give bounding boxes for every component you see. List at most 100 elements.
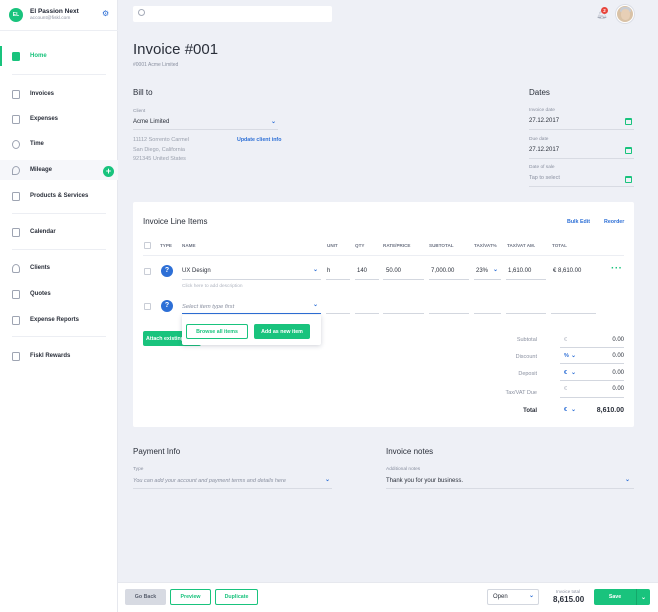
- due-date-field[interactable]: 27.12.2017: [529, 147, 559, 153]
- chevron-down-icon[interactable]: ⌄: [571, 369, 576, 376]
- column-header: UNIT: [327, 243, 338, 248]
- chevron-down-icon[interactable]: ⌄: [493, 266, 498, 273]
- chevron-down-icon[interactable]: ⌄: [571, 352, 576, 359]
- date-of-sale-field[interactable]: Tap to select: [529, 175, 560, 181]
- sidebar-item-label: Clients: [30, 265, 51, 271]
- divider: [12, 336, 106, 337]
- bill-to-title: Bill to: [133, 88, 153, 97]
- unit-field[interactable]: h: [327, 268, 330, 274]
- divider: [386, 488, 634, 489]
- sidebar-item-label: Mileage: [30, 167, 53, 173]
- divider: [429, 279, 469, 280]
- row-checkbox[interactable]: [144, 268, 151, 275]
- sidebar-item-clients[interactable]: Clients: [0, 258, 118, 278]
- divider: [474, 279, 501, 280]
- chevron-down-icon: ⌄: [640, 594, 647, 601]
- item-type-icon[interactable]: ?: [161, 300, 173, 312]
- item-name-field[interactable]: UX Design: [182, 268, 211, 274]
- divider: [551, 313, 596, 314]
- clients-icon: [12, 263, 20, 273]
- deposit-label: Deposit: [518, 371, 537, 377]
- discount-value[interactable]: 0.00: [584, 353, 624, 359]
- org-email: account@fiskl.com: [30, 16, 71, 21]
- org-name[interactable]: El Passion Next: [30, 8, 79, 15]
- location-pin-icon: [12, 165, 20, 175]
- discount-type-select[interactable]: %: [564, 353, 569, 359]
- chevron-down-icon[interactable]: ⌄: [313, 266, 318, 273]
- divider: [355, 313, 379, 314]
- divider: [560, 347, 624, 348]
- go-back-button[interactable]: Go Back: [125, 589, 166, 605]
- notes-field[interactable]: Thank you for your business.: [386, 478, 463, 484]
- org-avatar[interactable]: EL: [9, 8, 23, 22]
- chevron-down-icon[interactable]: ⌄: [571, 406, 576, 413]
- tax-due-label: Tax/VAT Due: [505, 390, 538, 396]
- sidebar-item-expenses[interactable]: Expenses: [0, 109, 118, 129]
- tax-amount-field[interactable]: 1,610.00: [508, 268, 531, 274]
- sidebar-item-rewards[interactable]: Fiskl Rewards: [0, 346, 118, 366]
- sidebar-item-calendar[interactable]: Calendar: [0, 222, 118, 242]
- divider: [12, 74, 106, 75]
- divider: [560, 363, 624, 364]
- divider: [326, 313, 350, 314]
- sidebar-item-mileage[interactable]: Mileage: [0, 160, 118, 180]
- sidebar-item-label: Expenses: [30, 116, 59, 122]
- notification-badge: 2: [601, 7, 608, 14]
- duplicate-button[interactable]: Duplicate: [215, 589, 258, 605]
- browse-all-items-button[interactable]: Browse all items: [186, 324, 248, 339]
- divider: [560, 380, 624, 381]
- more-icon[interactable]: ···: [611, 263, 623, 274]
- select-all-checkbox[interactable]: [144, 242, 151, 249]
- add-new-item-button[interactable]: Add as new item: [254, 324, 310, 339]
- chevron-down-icon[interactable]: ⌄: [529, 592, 534, 599]
- calendar-icon: [12, 227, 20, 237]
- bulk-edit-link[interactable]: Bulk Edit: [567, 219, 590, 225]
- qty-field[interactable]: 140: [357, 268, 367, 274]
- preview-button[interactable]: Preview: [170, 589, 211, 605]
- add-mileage-button[interactable]: +: [103, 166, 114, 177]
- box-icon: [12, 191, 20, 201]
- sidebar-item-label: Invoices: [30, 91, 55, 97]
- save-options-button[interactable]: ⌄: [636, 589, 650, 605]
- deposit-type-select[interactable]: €: [564, 370, 567, 376]
- page-title: Invoice #001: [133, 41, 219, 58]
- column-header: SUBTOTAL: [429, 243, 454, 248]
- update-client-link[interactable]: Update client info: [237, 137, 281, 143]
- invoice-date-field[interactable]: 27.12.2017: [529, 118, 559, 124]
- sidebar-item-expense-reports[interactable]: Expense Reports: [0, 310, 118, 330]
- sidebar-item-home[interactable]: Home: [0, 46, 118, 66]
- payment-type-select[interactable]: You can add your account and payment ter…: [133, 478, 286, 484]
- tax-rate-select[interactable]: 23%: [476, 268, 488, 274]
- total-currency-select[interactable]: €: [564, 407, 567, 413]
- chevron-down-icon[interactable]: ⌄: [271, 118, 276, 125]
- subtotal-currency: €: [564, 337, 568, 343]
- sidebar-item-quotes[interactable]: Quotes: [0, 284, 118, 304]
- clock-icon: [12, 139, 20, 149]
- avatar[interactable]: [616, 5, 634, 23]
- sidebar-item-time[interactable]: Time: [0, 134, 118, 154]
- client-select[interactable]: Acme Limited: [133, 119, 169, 125]
- sidebar-item-label: Fiskl Rewards: [30, 353, 71, 359]
- tax-currency: €: [564, 386, 568, 392]
- calendar-icon[interactable]: [625, 147, 632, 154]
- item-type-select[interactable]: Select item type first: [182, 304, 234, 310]
- calendar-icon[interactable]: [625, 176, 632, 183]
- chevron-down-icon[interactable]: ⌄: [313, 301, 318, 308]
- reorder-link[interactable]: Reorder: [604, 219, 624, 225]
- save-button[interactable]: Save: [594, 589, 636, 605]
- sidebar: EL El Passion Next account@fiskl.com ⚙ H…: [0, 0, 118, 612]
- description-placeholder[interactable]: Click here to add description: [182, 284, 243, 289]
- chevron-down-icon[interactable]: ⌄: [325, 476, 330, 483]
- row-checkbox[interactable]: [144, 303, 151, 310]
- calendar-icon[interactable]: [625, 118, 632, 125]
- rate-field[interactable]: 50.00: [386, 268, 401, 274]
- search-input[interactable]: [133, 6, 332, 22]
- sidebar-item-label: Quotes: [30, 291, 51, 297]
- deposit-value[interactable]: 0.00: [584, 370, 624, 376]
- item-type-icon[interactable]: ?: [161, 265, 173, 277]
- sidebar-item-invoices[interactable]: Invoices: [0, 84, 118, 104]
- gear-icon[interactable]: ⚙: [102, 10, 110, 18]
- sidebar-item-products[interactable]: Products & Services: [0, 186, 118, 206]
- chevron-down-icon[interactable]: ⌄: [625, 476, 630, 483]
- notes-label: Additional notes: [386, 467, 421, 472]
